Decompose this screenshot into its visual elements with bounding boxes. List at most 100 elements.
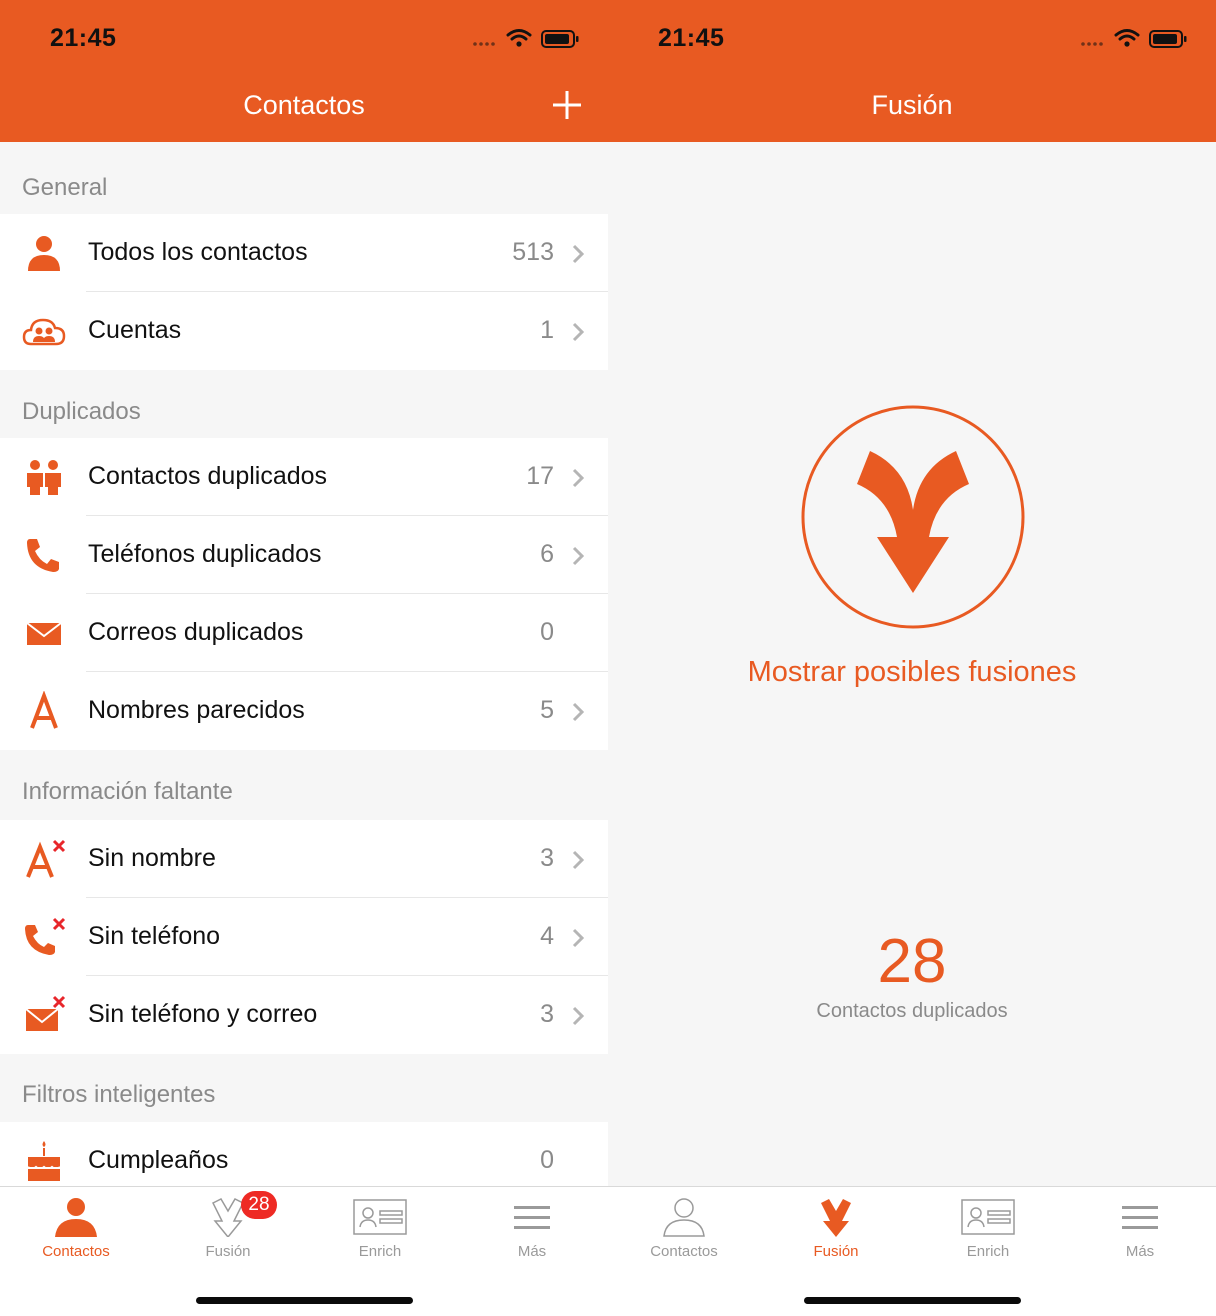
tab-label: Contactos <box>42 1243 110 1260</box>
cake-icon <box>27 1141 61 1181</box>
chevron-right-icon <box>572 702 584 722</box>
tab-label: Enrich <box>966 1243 1010 1260</box>
envelope-x-icon <box>25 995 66 1031</box>
person-icon <box>28 236 60 271</box>
tab-contacts[interactable]: Contactos <box>0 1187 152 1267</box>
row-count: 6 <box>540 540 554 568</box>
merge-arrow-icon <box>857 451 969 593</box>
row-no-phone-email[interactable]: Sin teléfono y correo 3 <box>0 976 608 1054</box>
row-count: 17 <box>526 462 554 490</box>
row-count: 3 <box>540 1000 554 1028</box>
wifi-icon <box>506 29 532 41</box>
row-label: Sin teléfono y correo <box>88 1000 318 1028</box>
row-label: Sin teléfono <box>88 922 221 950</box>
menu-icon <box>514 1206 550 1229</box>
section-smart-filters: Filtros inteligentes <box>22 1081 216 1108</box>
tab-enrich[interactable]: Enrich <box>912 1187 1064 1267</box>
row-all-contacts[interactable]: Todos los contactos 513 <box>0 214 608 292</box>
status-icons <box>1081 29 1187 48</box>
menu-icon <box>1122 1206 1158 1229</box>
section-duplicates: Duplicados <box>22 398 141 425</box>
fusion-badge: 28 <box>241 1191 277 1219</box>
duplicate-count-label: Contactos duplicados <box>816 1000 1008 1022</box>
chevron-right-icon <box>572 468 584 488</box>
chevron-right-icon <box>572 1006 584 1026</box>
row-count: 5 <box>540 696 554 724</box>
row-count: 4 <box>540 922 554 950</box>
page-title: Fusión <box>871 90 953 120</box>
contacts-screen: 21:45 Contactos General Todos los contac… <box>0 0 608 1316</box>
row-duplicate-contacts[interactable]: Contactos duplicados 17 <box>0 438 608 516</box>
wifi-icon <box>1114 29 1140 41</box>
signal-icon <box>473 42 495 46</box>
tab-bar: Contactos 28 Fusión Enrich Más <box>0 1186 608 1316</box>
chevron-right-icon <box>572 322 584 342</box>
signal-icon <box>1081 42 1103 46</box>
row-count: 0 <box>540 618 554 646</box>
merge-arrow-icon <box>821 1199 851 1237</box>
id-card-icon <box>353 1199 407 1235</box>
row-label: Sin nombre <box>88 844 216 872</box>
home-indicator[interactable] <box>196 1297 413 1304</box>
row-accounts[interactable]: Cuentas 1 <box>0 292 608 370</box>
row-count: 3 <box>540 844 554 872</box>
tab-bar: Contactos Fusión Enrich Más <box>608 1186 1216 1316</box>
phone-icon <box>27 539 59 572</box>
tab-more[interactable]: Más <box>456 1187 608 1267</box>
nav-bar: 21:45 Contactos <box>0 0 608 142</box>
status-time: 21:45 <box>50 24 117 52</box>
tab-label: Fusión <box>205 1243 251 1260</box>
two-people-icon <box>27 460 61 495</box>
tab-label: Enrich <box>358 1243 402 1260</box>
row-no-phone[interactable]: Sin teléfono 4 <box>0 898 608 976</box>
letter-a-x-icon <box>26 839 66 878</box>
tab-label: Más <box>1125 1243 1155 1260</box>
chevron-right-icon <box>572 244 584 264</box>
plus-icon <box>553 91 581 119</box>
envelope-icon <box>26 622 62 645</box>
fusion-screen: 21:45 Fusión Mostrar posibles fusiones 2… <box>608 0 1216 1316</box>
battery-icon <box>1149 30 1187 48</box>
row-label: Todos los contactos <box>88 238 308 266</box>
row-similar-names[interactable]: Nombres parecidos 5 <box>0 672 608 750</box>
chevron-right-icon <box>572 850 584 870</box>
tab-fusion[interactable]: Fusión <box>760 1187 912 1267</box>
tab-label: Más <box>517 1243 547 1260</box>
tab-more[interactable]: Más <box>1064 1187 1216 1267</box>
row-no-name[interactable]: Sin nombre 3 <box>0 820 608 898</box>
id-card-icon <box>961 1199 1015 1235</box>
section-missing-info: Información faltante <box>22 778 233 805</box>
chevron-right-icon <box>572 928 584 948</box>
row-label: Cumpleaños <box>88 1146 229 1174</box>
row-count: 1 <box>540 316 554 344</box>
duplicate-count: 28 <box>877 927 947 996</box>
phone-x-icon <box>25 917 66 955</box>
show-merges-button[interactable] <box>800 404 1026 630</box>
person-icon <box>55 1198 97 1237</box>
tab-enrich[interactable]: Enrich <box>304 1187 456 1267</box>
add-contact-button[interactable] <box>552 90 582 120</box>
row-label: Nombres parecidos <box>88 696 305 724</box>
tab-fusion[interactable]: 28 Fusión <box>152 1187 304 1267</box>
battery-icon <box>541 30 579 48</box>
cloud-people-icon <box>22 318 66 346</box>
row-label: Correos duplicados <box>88 618 304 646</box>
row-count: 513 <box>512 238 554 266</box>
row-duplicate-emails[interactable]: Correos duplicados 0 <box>0 594 608 672</box>
row-duplicate-phones[interactable]: Teléfonos duplicados 6 <box>0 516 608 594</box>
tab-contacts[interactable]: Contactos <box>608 1187 760 1267</box>
home-indicator[interactable] <box>804 1297 1021 1304</box>
status-icons <box>473 29 579 48</box>
row-label: Teléfonos duplicados <box>88 540 322 568</box>
tab-label: Contactos <box>650 1243 718 1260</box>
row-label: Contactos duplicados <box>88 462 328 490</box>
show-merges-link[interactable]: Mostrar posibles fusiones <box>608 656 1216 689</box>
section-general: General <box>22 174 108 201</box>
person-outline-icon <box>663 1198 705 1237</box>
row-label: Cuentas <box>88 316 182 344</box>
tab-label: Fusión <box>813 1243 859 1260</box>
status-time: 21:45 <box>658 24 725 52</box>
letter-a-icon <box>30 691 58 729</box>
row-count: 0 <box>540 1146 554 1174</box>
page-title: Contactos <box>243 90 365 120</box>
